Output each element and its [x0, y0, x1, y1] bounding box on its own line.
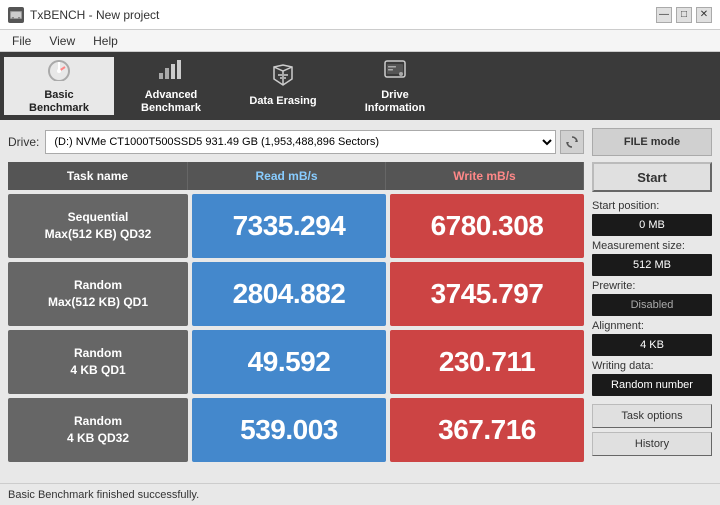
right-section-value: Random number: [592, 374, 712, 396]
file-mode-button[interactable]: FILE mode: [592, 128, 712, 156]
right-section-label: Writing data:: [592, 360, 712, 372]
title-bar: TxBENCH - New project — □ ✕: [0, 0, 720, 30]
task-options-button[interactable]: Task options: [592, 404, 712, 428]
basic-benchmark-icon: [45, 57, 73, 85]
window-title: TxBENCH - New project: [30, 8, 159, 22]
menu-help[interactable]: Help: [85, 32, 126, 50]
toolbar-advanced-benchmark[interactable]: AdvancedBenchmark: [116, 57, 226, 115]
drive-select[interactable]: (D:) NVMe CT1000T500SSD5 931.49 GB (1,95…: [45, 130, 556, 154]
right-section-label: Alignment:: [592, 320, 712, 332]
main-area: Drive: (D:) NVMe CT1000T500SSD5 931.49 G…: [0, 120, 720, 483]
toolbar-basic-benchmark[interactable]: BasicBenchmark: [4, 57, 114, 115]
bench-row-label: SequentialMax(512 KB) QD32: [8, 194, 188, 258]
bench-row: RandomMax(512 KB) QD1 2804.882 3745.797: [8, 262, 584, 326]
status-bar: Basic Benchmark finished successfully.: [0, 483, 720, 505]
bench-read-value: 7335.294: [192, 194, 386, 258]
status-message: Basic Benchmark finished successfully.: [8, 489, 199, 501]
advanced-benchmark-label: AdvancedBenchmark: [141, 89, 201, 115]
advanced-benchmark-icon: [157, 57, 185, 85]
toolbar-data-erasing[interactable]: Data Erasing: [228, 57, 338, 115]
right-section-value: 512 MB: [592, 254, 712, 276]
right-panel: FILE mode Start Start position: 0 MB Mea…: [592, 128, 712, 475]
right-section: Start position: 0 MB: [592, 200, 712, 236]
minimize-button[interactable]: —: [656, 7, 672, 23]
right-section: Writing data: Random number: [592, 360, 712, 396]
benchmark-table: Task name Read mB/s Write mB/s Sequentia…: [8, 162, 584, 475]
toolbar-drive-information[interactable]: DriveInformation: [340, 57, 450, 115]
drive-information-icon: [381, 57, 409, 85]
start-button[interactable]: Start: [592, 162, 712, 192]
bench-read-value: 539.003: [192, 398, 386, 462]
drive-label: Drive:: [8, 135, 39, 149]
header-task-name: Task name: [8, 162, 188, 190]
title-bar-controls: — □ ✕: [656, 7, 712, 23]
bench-row-label: Random4 KB QD1: [8, 330, 188, 394]
right-section: Prewrite: Disabled: [592, 280, 712, 316]
maximize-button[interactable]: □: [676, 7, 692, 23]
drive-refresh-button[interactable]: [560, 130, 584, 154]
bench-write-value: 230.711: [390, 330, 584, 394]
basic-benchmark-label: BasicBenchmark: [29, 89, 89, 115]
close-button[interactable]: ✕: [696, 7, 712, 23]
drive-row: Drive: (D:) NVMe CT1000T500SSD5 931.49 G…: [8, 128, 584, 156]
bench-write-value: 3745.797: [390, 262, 584, 326]
bench-row: SequentialMax(512 KB) QD32 7335.294 6780…: [8, 194, 584, 258]
menu-view[interactable]: View: [41, 32, 83, 50]
bench-read-value: 2804.882: [192, 262, 386, 326]
bench-row: Random4 KB QD1 49.592 230.711: [8, 330, 584, 394]
right-section-value: 0 MB: [592, 214, 712, 236]
left-panel: Drive: (D:) NVMe CT1000T500SSD5 931.49 G…: [8, 128, 584, 475]
data-erasing-icon: [269, 63, 297, 91]
right-section: Measurement size: 512 MB: [592, 240, 712, 276]
drive-select-wrapper: (D:) NVMe CT1000T500SSD5 931.49 GB (1,95…: [45, 130, 584, 154]
drive-information-label: DriveInformation: [365, 89, 426, 115]
right-section-label: Start position:: [592, 200, 712, 212]
right-section-value: 4 KB: [592, 334, 712, 356]
menu-file[interactable]: File: [4, 32, 39, 50]
bench-row-label: Random4 KB QD32: [8, 398, 188, 462]
right-section-label: Measurement size:: [592, 240, 712, 252]
bench-header: Task name Read mB/s Write mB/s: [8, 162, 584, 190]
bench-row: Random4 KB QD32 539.003 367.716: [8, 398, 584, 462]
menu-bar: File View Help: [0, 30, 720, 52]
right-section-label: Prewrite:: [592, 280, 712, 292]
header-write: Write mB/s: [386, 162, 584, 190]
right-section-value: Disabled: [592, 294, 712, 316]
bench-rows: SequentialMax(512 KB) QD32 7335.294 6780…: [8, 194, 584, 475]
header-read: Read mB/s: [188, 162, 386, 190]
toolbar: BasicBenchmark AdvancedBenchmark Data Er…: [0, 52, 720, 120]
bench-write-value: 6780.308: [390, 194, 584, 258]
title-bar-left: TxBENCH - New project: [8, 7, 159, 23]
bench-write-value: 367.716: [390, 398, 584, 462]
bench-read-value: 49.592: [192, 330, 386, 394]
history-button[interactable]: History: [592, 432, 712, 456]
bench-row-label: RandomMax(512 KB) QD1: [8, 262, 188, 326]
data-erasing-label: Data Erasing: [249, 95, 316, 108]
right-section: Alignment: 4 KB: [592, 320, 712, 356]
app-icon: [8, 7, 24, 23]
